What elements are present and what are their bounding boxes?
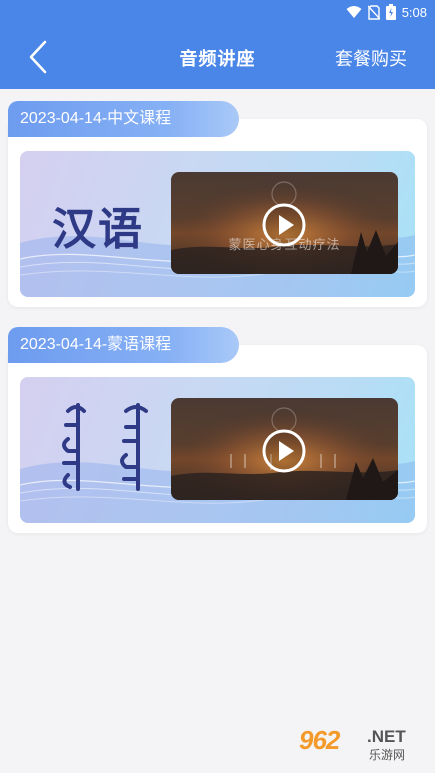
battery-icon (385, 4, 396, 20)
nav-bar: 音频讲座 套餐购买 (0, 25, 435, 89)
mongolian-script-label (62, 403, 148, 491)
play-icon[interactable] (261, 202, 307, 248)
status-bar: 5:08 (0, 0, 435, 25)
language-label: 汉语 (52, 204, 144, 255)
watermark-domain: .NET (367, 727, 406, 746)
video-thumbnail[interactable]: 蒙医心身互动疗法 (171, 172, 398, 274)
watermark-number: 962 (299, 725, 340, 755)
status-time: 5:08 (401, 4, 427, 20)
top-header: 5:08 音频讲座 套餐购买 (0, 0, 435, 89)
no-sim-icon (367, 4, 380, 20)
course-date-label: 2023-04-14-中文课程 (8, 101, 239, 137)
status-icons: 5:08 (346, 4, 427, 20)
wifi-icon (346, 6, 362, 18)
course-banner[interactable]: 汉语 蒙医心身互动疗法 (20, 151, 415, 297)
video-thumbnail[interactable] (171, 398, 398, 500)
course-card: 2023-04-14-中文课程 汉语 (8, 101, 427, 307)
play-icon[interactable] (261, 428, 307, 474)
course-banner[interactable] (20, 377, 415, 523)
course-card: 2023-04-14-蒙语课程 (8, 327, 427, 533)
package-purchase-button[interactable]: 套餐购买 (335, 45, 407, 71)
watermark-site-name: 乐游网 (369, 748, 406, 762)
course-date-label: 2023-04-14-蒙语课程 (8, 327, 239, 363)
site-watermark: 962 .NET 乐游网 (299, 725, 429, 765)
